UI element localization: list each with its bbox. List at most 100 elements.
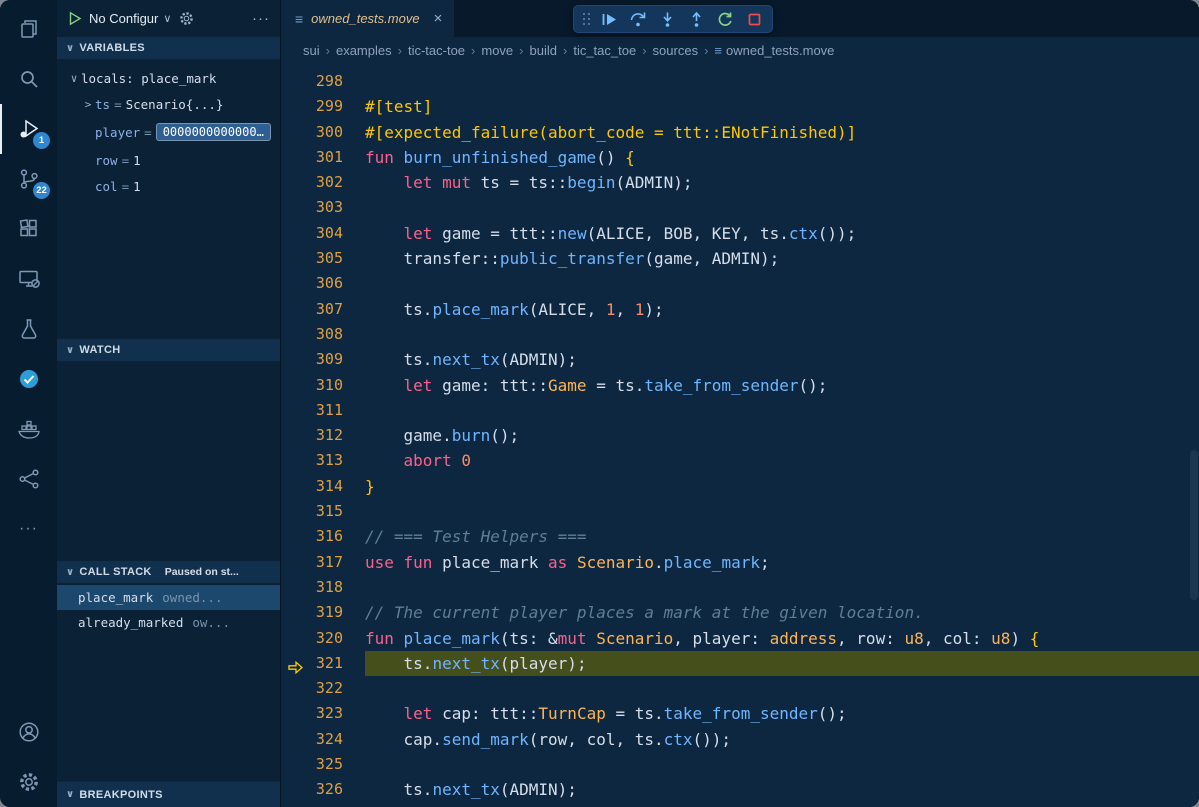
- line-number[interactable]: 303: [281, 195, 365, 220]
- code-line-content[interactable]: let game: ttt::Game = ts.take_from_sende…: [365, 373, 1199, 398]
- code-line-content[interactable]: // The current player places a mark at t…: [365, 600, 1199, 625]
- stack-frame[interactable]: place_markowned...: [57, 585, 280, 610]
- line-number[interactable]: 307: [281, 297, 365, 322]
- code-line[interactable]: 313 abort 0: [281, 448, 1199, 473]
- code-line[interactable]: 315: [281, 499, 1199, 524]
- breadcrumb-item[interactable]: sui: [303, 43, 320, 58]
- line-number[interactable]: 301: [281, 145, 365, 170]
- explorer-icon[interactable]: [0, 4, 57, 54]
- code-line[interactable]: 318: [281, 575, 1199, 600]
- breadcrumb-item[interactable]: build: [530, 43, 557, 58]
- code-line-content[interactable]: let game = ttt::new(ALICE, BOB, KEY, ts.…: [365, 221, 1199, 246]
- start-debug-icon[interactable]: [67, 11, 82, 26]
- code-line-content[interactable]: [365, 499, 1199, 524]
- tab-owned-tests-move[interactable]: ≡ owned_tests.move ×: [281, 0, 454, 37]
- line-number[interactable]: 320: [281, 626, 365, 651]
- code-line-content[interactable]: use fun place_mark as Scenario.place_mar…: [365, 550, 1199, 575]
- code-line-content[interactable]: [365, 575, 1199, 600]
- code-line-content[interactable]: [365, 398, 1199, 423]
- code-line-content[interactable]: fun place_mark(ts: &mut Scenario, player…: [365, 626, 1199, 651]
- restart-button[interactable]: [712, 7, 738, 31]
- line-number[interactable]: 321: [281, 651, 365, 676]
- code-line-content[interactable]: transfer::public_transfer(game, ADMIN);: [365, 246, 1199, 271]
- code-line-content[interactable]: ts.next_tx(player);: [365, 651, 1199, 676]
- line-number[interactable]: 318: [281, 575, 365, 600]
- checks-icon[interactable]: [0, 354, 57, 404]
- code-line-content[interactable]: // === Test Helpers ===: [365, 524, 1199, 549]
- code-line[interactable]: 299#[test]: [281, 94, 1199, 119]
- search-icon[interactable]: [0, 54, 57, 104]
- debug-config-dropdown[interactable]: No Configur: [89, 11, 158, 26]
- variable-value-editbox[interactable]: 0000000000000…: [156, 123, 271, 141]
- code-line[interactable]: 324 cap.send_mark(row, col, ts.ctx());: [281, 727, 1199, 752]
- step-over-button[interactable]: [625, 7, 651, 31]
- code-line[interactable]: 325: [281, 752, 1199, 777]
- line-number[interactable]: 311: [281, 398, 365, 423]
- line-number[interactable]: 300: [281, 120, 365, 145]
- tab-close-icon[interactable]: ×: [434, 10, 443, 27]
- line-number[interactable]: 314: [281, 474, 365, 499]
- line-number[interactable]: 304: [281, 221, 365, 246]
- code-line[interactable]: 314}: [281, 474, 1199, 499]
- code-line[interactable]: 307 ts.place_mark(ALICE, 1, 1);: [281, 297, 1199, 322]
- watch-section-header[interactable]: ∨ WATCH: [57, 339, 280, 361]
- line-number[interactable]: 298: [281, 69, 365, 94]
- scrollbar-slider[interactable]: [1190, 450, 1198, 600]
- line-number[interactable]: 305: [281, 246, 365, 271]
- views-more-icon[interactable]: ···: [252, 10, 270, 27]
- line-number[interactable]: 315: [281, 499, 365, 524]
- account-icon[interactable]: [0, 707, 57, 757]
- line-number[interactable]: 322: [281, 676, 365, 701]
- line-number[interactable]: 306: [281, 271, 365, 296]
- code-line-content[interactable]: cap.send_mark(row, col, ts.ctx());: [365, 727, 1199, 752]
- breadcrumb-item[interactable]: examples: [336, 43, 392, 58]
- code-line[interactable]: 305 transfer::public_transfer(game, ADMI…: [281, 246, 1199, 271]
- breakpoints-section-header[interactable]: ∨ BREAKPOINTS: [57, 781, 280, 807]
- code-line[interactable]: 308: [281, 322, 1199, 347]
- line-number[interactable]: 317: [281, 550, 365, 575]
- settings-gear-icon[interactable]: [0, 757, 57, 807]
- line-number[interactable]: 325: [281, 752, 365, 777]
- code-line-content[interactable]: ts.next_tx(ADMIN);: [365, 777, 1199, 802]
- stack-frame[interactable]: already_markedow...: [57, 610, 280, 635]
- variables-scope-row[interactable]: ∨ locals: place_mark: [57, 65, 280, 91]
- code-line[interactable]: 301fun burn_unfinished_game() {: [281, 145, 1199, 170]
- line-number[interactable]: 308: [281, 322, 365, 347]
- variable-row[interactable]: col=1: [57, 173, 280, 199]
- line-number[interactable]: 323: [281, 701, 365, 726]
- run-and-debug-icon[interactable]: 1: [0, 104, 57, 154]
- variable-row[interactable]: player=0000000000000…: [57, 117, 280, 147]
- code-line[interactable]: 309 ts.next_tx(ADMIN);: [281, 347, 1199, 372]
- code-line-content[interactable]: [365, 195, 1199, 220]
- code-line-content[interactable]: [365, 69, 1199, 94]
- line-number[interactable]: 312: [281, 423, 365, 448]
- more-views-icon[interactable]: ···: [0, 504, 57, 554]
- remote-explorer-icon[interactable]: [0, 254, 57, 304]
- code-line[interactable]: 312 game.burn();: [281, 423, 1199, 448]
- flask-icon[interactable]: [0, 304, 57, 354]
- line-number[interactable]: 299: [281, 94, 365, 119]
- line-number[interactable]: 309: [281, 347, 365, 372]
- code-line-content[interactable]: abort 0: [365, 448, 1199, 473]
- code-line[interactable]: 298: [281, 69, 1199, 94]
- line-number[interactable]: 313: [281, 448, 365, 473]
- line-number[interactable]: 302: [281, 170, 365, 195]
- workspace-icon[interactable]: [0, 454, 57, 504]
- code-line-content[interactable]: #[expected_failure(abort_code = ttt::ENo…: [365, 120, 1199, 145]
- code-editor[interactable]: 298299#[test]300#[expected_failure(abort…: [281, 63, 1199, 807]
- line-number[interactable]: 324: [281, 727, 365, 752]
- code-line[interactable]: 303: [281, 195, 1199, 220]
- code-line-content[interactable]: [365, 322, 1199, 347]
- code-line[interactable]: 302 let mut ts = ts::begin(ADMIN);: [281, 170, 1199, 195]
- code-line-content[interactable]: [365, 676, 1199, 701]
- breadcrumb-item[interactable]: tic_tac_toe: [573, 43, 636, 58]
- code-line-content[interactable]: }: [365, 474, 1199, 499]
- source-control-icon[interactable]: 22: [0, 154, 57, 204]
- line-number[interactable]: 319: [281, 600, 365, 625]
- line-number[interactable]: 316: [281, 524, 365, 549]
- docker-icon[interactable]: [0, 404, 57, 454]
- call-stack-section-header[interactable]: ∨ CALL STACK Paused on st...: [57, 561, 280, 583]
- breadcrumb-item[interactable]: move: [481, 43, 513, 58]
- variable-row[interactable]: >ts=Scenario{...}: [57, 91, 280, 117]
- code-line-content[interactable]: fun burn_unfinished_game() {: [365, 145, 1199, 170]
